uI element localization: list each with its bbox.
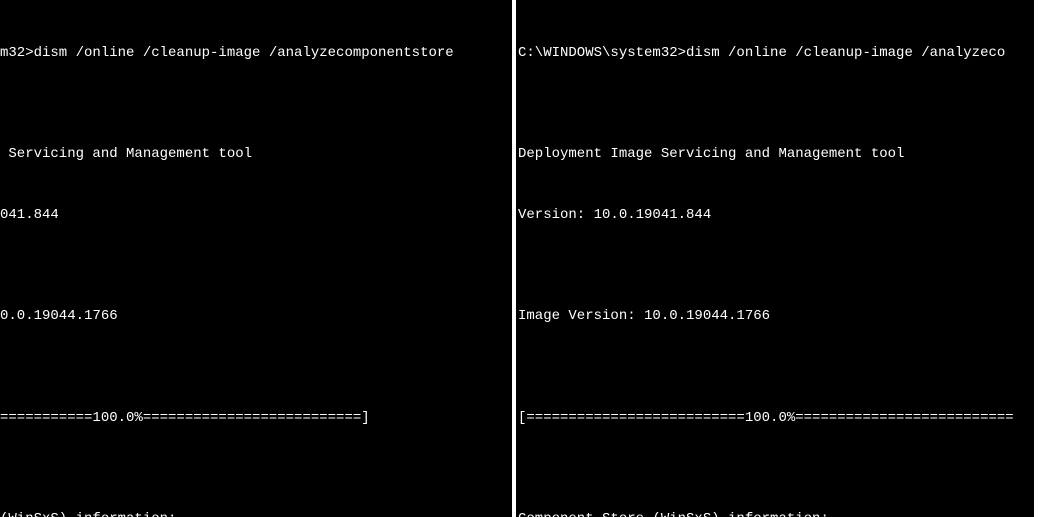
output-line: 041.844 [0, 205, 512, 225]
output-line: C:\WINDOWS\system32>dism /online /cleanu… [518, 43, 1034, 63]
terminal-pane-right[interactable]: C:\WINDOWS\system32>dism /online /cleanu… [516, 0, 1034, 517]
output-line: Component Store (WinSxS) information: [518, 509, 1034, 517]
output-line: (WinSxS) information: [0, 509, 512, 517]
output-line: 0.0.19044.1766 [0, 306, 512, 326]
output-line: m32>dism /online /cleanup-image /analyze… [0, 43, 512, 63]
output-line: Image Version: 10.0.19044.1766 [518, 306, 1034, 326]
output-line: Servicing and Management tool [0, 144, 512, 164]
terminal-pane-left[interactable]: m32>dism /online /cleanup-image /analyze… [0, 0, 516, 517]
output-line: Version: 10.0.19041.844 [518, 205, 1034, 225]
output-line: ===========100.0%=======================… [0, 408, 512, 428]
output-line: [==========================100.0%=======… [518, 408, 1034, 428]
output-line: Deployment Image Servicing and Managemen… [518, 144, 1034, 164]
